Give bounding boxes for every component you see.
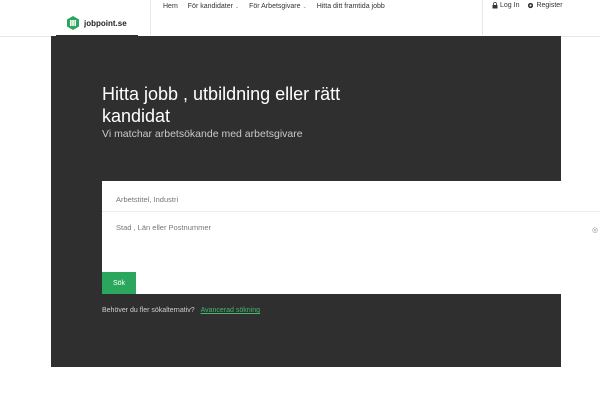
header-divider [150, 0, 151, 35]
logo-text: jobpoint.se [84, 18, 127, 28]
location-input[interactable] [114, 219, 588, 235]
nav-item-find-job[interactable]: Hitta ditt framtida jobb [317, 3, 385, 10]
nav-item-employers[interactable]: För Arbetsgivare ⌄ [249, 3, 307, 10]
nav-item-label: Hitta ditt framtida jobb [316, 3, 385, 10]
hero-title: Hitta jobb , utbildning eller rätt kandi… [102, 84, 341, 126]
nav-item-home[interactable]: Hem [163, 3, 178, 10]
lock-icon [492, 2, 498, 9]
login-label: Log In [500, 2, 520, 9]
site-header: jobpoint.se Hem För kandidater ⌄ För Arb… [0, 0, 600, 37]
gear-icon [528, 2, 534, 9]
main-nav: Hem För kandidater ⌄ För Arbetsgivare ⌄ … [163, 3, 385, 10]
search-button[interactable]: Sök [102, 272, 136, 294]
login-link[interactable]: Log In [492, 2, 519, 9]
nav-item-label: För Arbetsgivare [249, 3, 301, 10]
auth-links: Log In Register [492, 2, 563, 9]
search-panel [102, 181, 600, 294]
keyword-input[interactable] [114, 191, 588, 207]
register-link[interactable]: Register [527, 2, 563, 9]
chevron-down-icon: ⌄ [234, 3, 240, 10]
nav-item-label: För kandidater [187, 3, 233, 10]
nav-item-candidates[interactable]: För kandidater ⌄ [188, 3, 239, 10]
nav-item-label: Hem [163, 3, 178, 10]
field-divider [102, 211, 600, 212]
help-text: Behöver du fler sökalternativ? [102, 307, 195, 314]
hero-subtitle: Vi matchar arbetsökande med arbetsgivare [102, 128, 303, 140]
location-icon[interactable]: ◎ [592, 226, 598, 234]
logo[interactable]: jobpoint.se [66, 16, 127, 30]
header-divider [482, 0, 483, 35]
advanced-search-hint: Behöver du fler sökalternativ? Avancerad… [102, 307, 260, 314]
chevron-down-icon: ⌄ [302, 3, 307, 10]
advanced-search-link[interactable]: Avancerad sökning [201, 307, 260, 314]
register-label: Register [536, 2, 563, 9]
logo-icon [67, 16, 79, 30]
